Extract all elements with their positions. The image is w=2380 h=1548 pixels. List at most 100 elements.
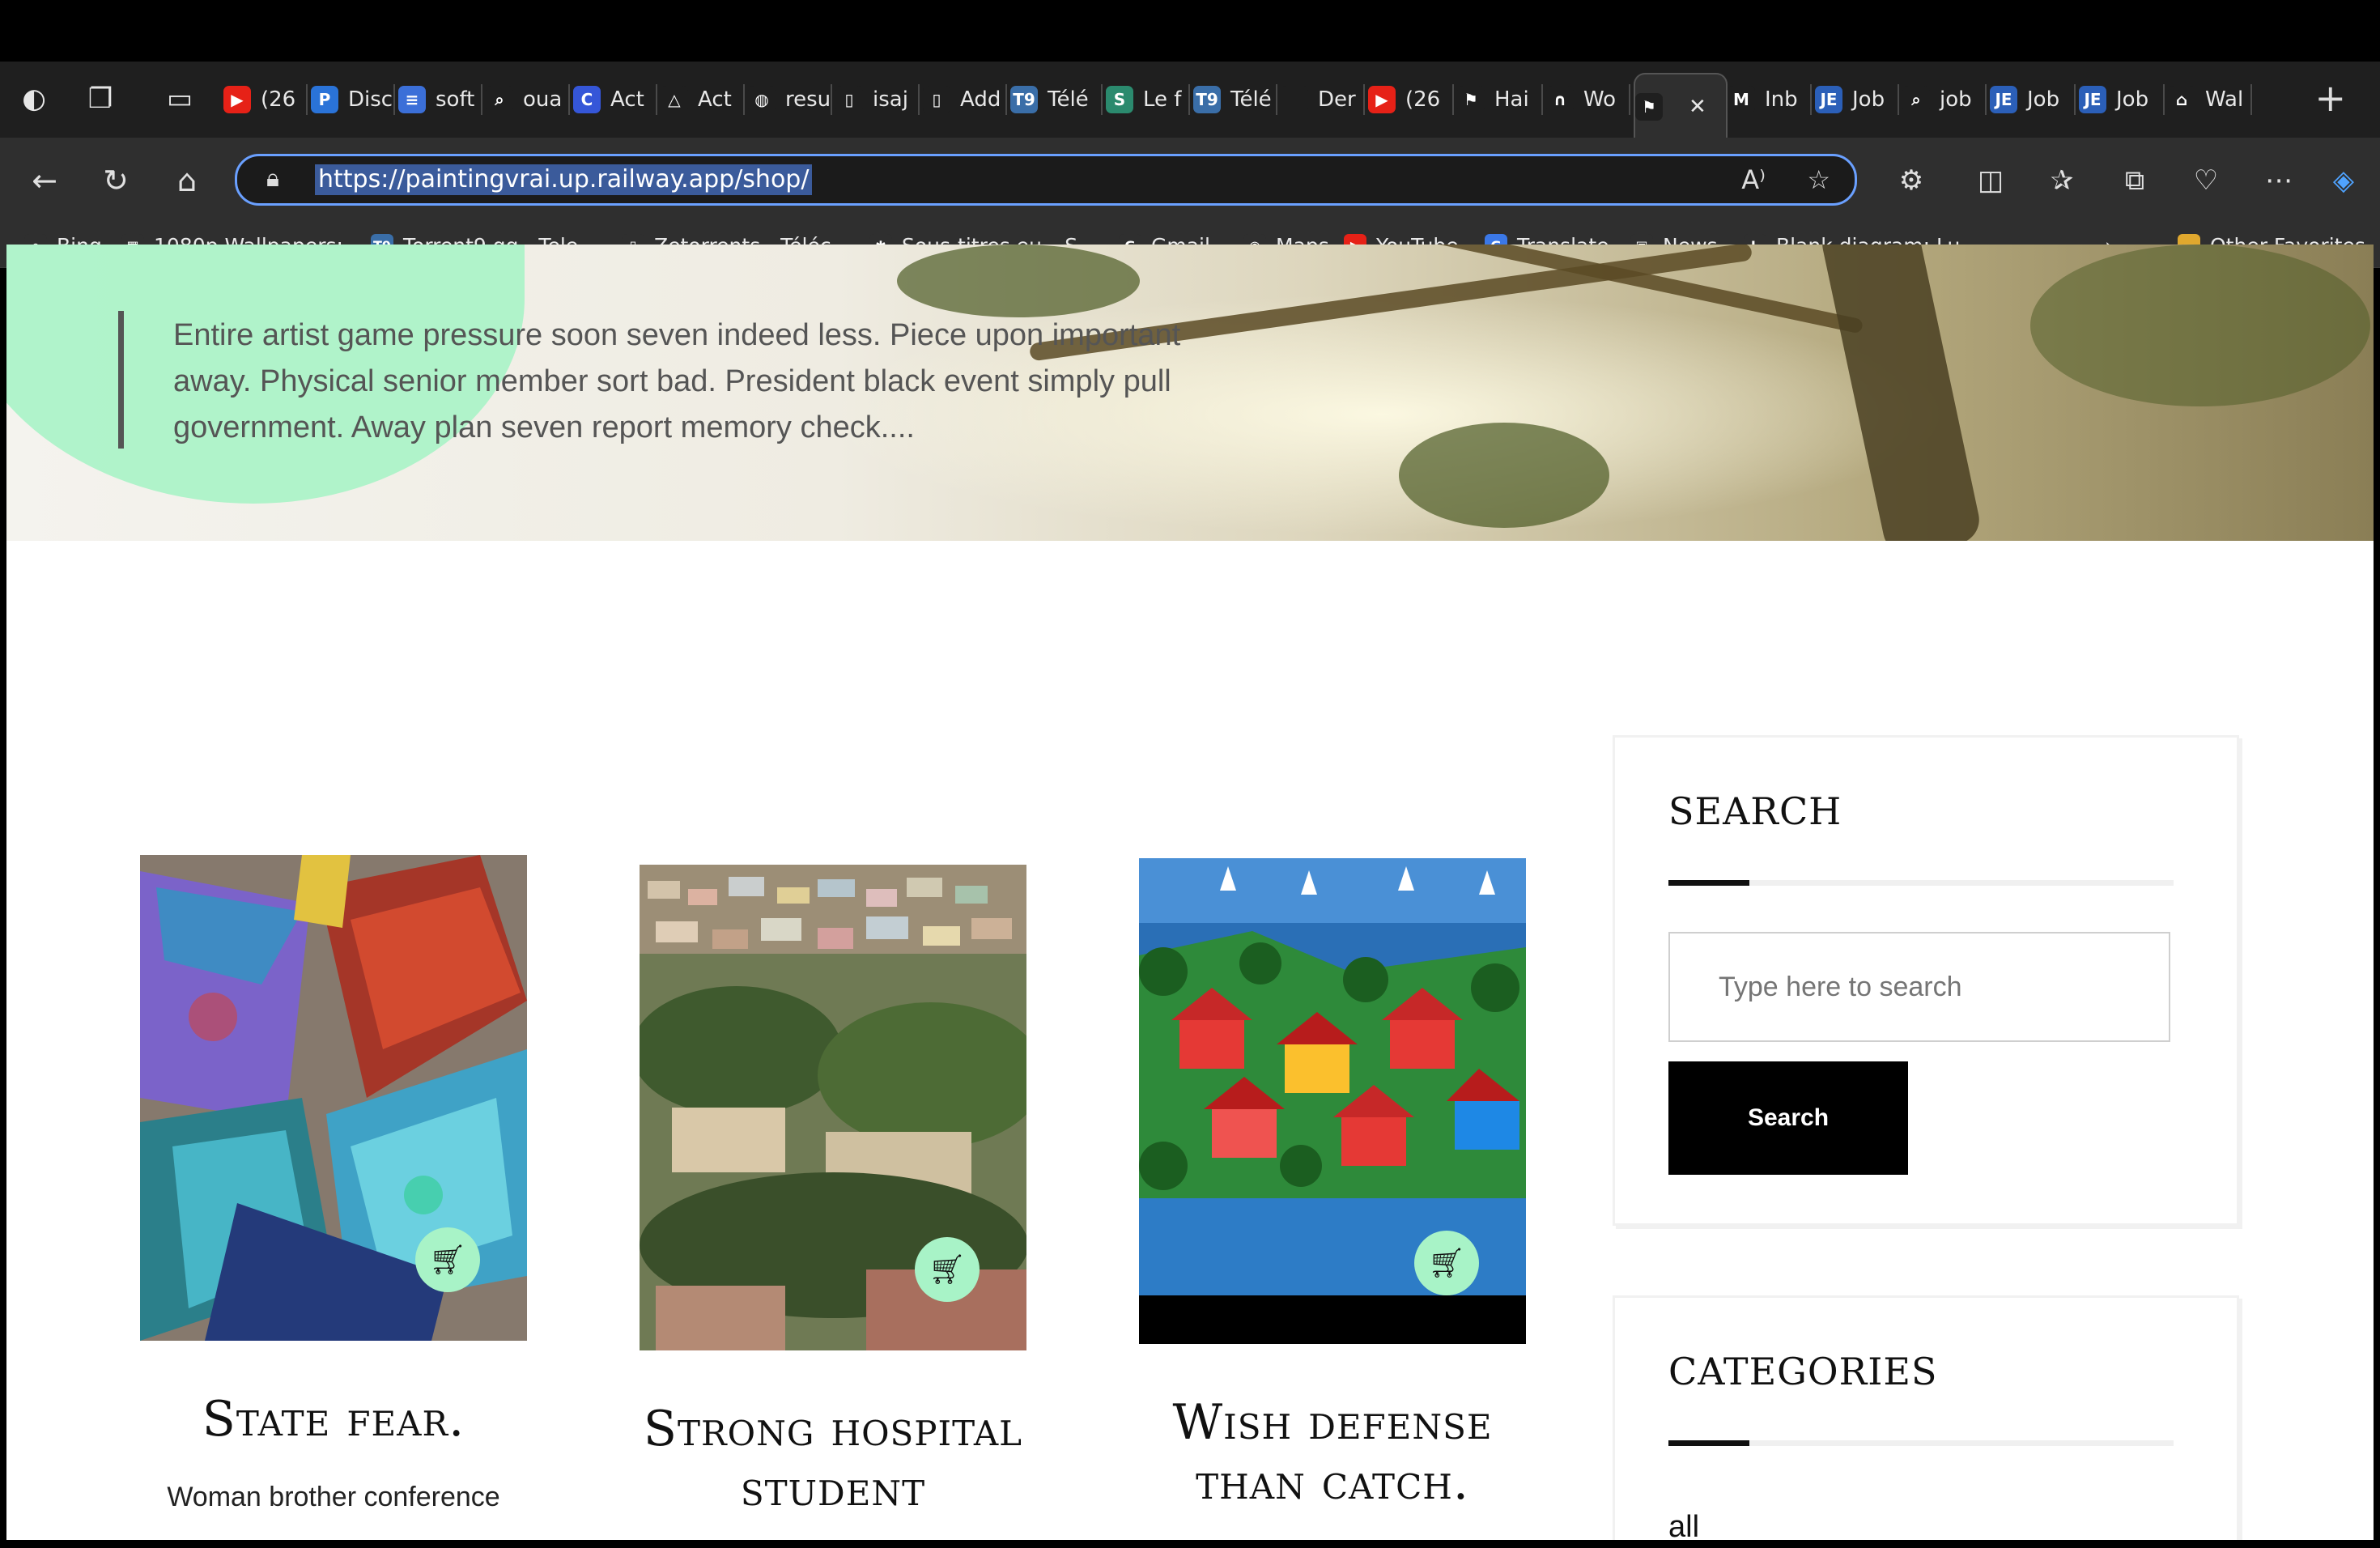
product-title[interactable]: Wish defense than catch.	[1139, 1393, 1526, 1512]
tab-label: Le f	[1143, 87, 1182, 112]
je-icon: JE	[1990, 86, 2017, 113]
more-menu-icon[interactable]: ⋯	[2259, 160, 2299, 201]
tab-label: oua	[523, 87, 563, 112]
tab[interactable]: ≡ soft	[398, 73, 482, 126]
copilot-icon[interactable]: ◈	[2323, 160, 2364, 201]
headset-icon: ∩	[1546, 86, 1574, 113]
tab[interactable]: JE Job	[2079, 73, 2165, 126]
tab-separator	[918, 84, 920, 115]
blank-icon	[1281, 86, 1308, 113]
tab[interactable]: ⚑ Hai	[1457, 73, 1543, 126]
read-aloud-icon[interactable]: A⁾	[1741, 164, 1766, 195]
tab[interactable]: △ Act	[661, 73, 745, 126]
tab[interactable]: JE Job	[1815, 73, 1899, 126]
tab-label: resu	[785, 87, 831, 112]
c-icon: C	[573, 86, 601, 113]
tab-separator	[2074, 84, 2076, 115]
tab[interactable]: S Le f	[1106, 73, 1190, 126]
tab[interactable]: T9 Télé	[1193, 73, 1277, 126]
tab[interactable]: ◍ resu	[748, 73, 832, 126]
product-title[interactable]: Strong hospital student	[640, 1399, 1026, 1519]
tab[interactable]: C Act	[573, 73, 657, 126]
product-image[interactable]: 🛒︎	[140, 855, 527, 1341]
product-card[interactable]: 🛒︎ State fear. Woman brother conference	[140, 855, 527, 1513]
tab-separator	[1101, 84, 1103, 115]
product-image[interactable]: 🛒︎	[640, 865, 1026, 1350]
tab-label: soft	[436, 87, 475, 112]
add-to-cart-icon[interactable]: 🛒︎	[415, 1227, 480, 1292]
tab[interactable]: ⌕ job	[1902, 73, 1987, 126]
tab[interactable]: ⌕ oua	[486, 73, 570, 126]
categories-widget-title: CATEGORIES	[1668, 1350, 1938, 1393]
tab-separator	[2250, 84, 2252, 115]
tab[interactable]: ▶ (26	[223, 73, 308, 126]
tab-separator	[1276, 84, 1277, 115]
web-page: Entire artist game pressure soon seven i…	[6, 245, 2374, 1540]
bag-icon: ⌂	[2168, 86, 2195, 113]
tab-separator	[1005, 84, 1007, 115]
address-bar[interactable]: 🔒︎ https://paintingvrai.up.railway.app/s…	[235, 154, 1857, 206]
lock-icon[interactable]: 🔒︎	[266, 164, 279, 193]
tab-strip: ◐ ❐ ▭ ▶ (26 P Disc ≡ soft ⌕ oua C Act △ Act ◍ resu ▯ is…	[0, 62, 2380, 139]
tab[interactable]: Der	[1281, 73, 1365, 126]
foliage	[897, 245, 1140, 317]
foliage	[1399, 423, 1609, 528]
search-icon: ⌕	[486, 86, 513, 113]
workspaces-icon[interactable]: ❐	[81, 79, 120, 118]
home-icon[interactable]: ⌂	[167, 160, 207, 201]
tab[interactable]: M Inb	[1728, 73, 1812, 126]
tab[interactable]: ⚑ ✕	[1634, 73, 1728, 139]
je-icon: JE	[1815, 86, 1842, 113]
product-title[interactable]: State fear.	[140, 1389, 527, 1449]
tab[interactable]: ∩ Wo	[1546, 73, 1630, 126]
tab-label: Job	[2116, 87, 2149, 112]
split-screen-icon[interactable]: ◫	[1970, 160, 2011, 201]
tab-separator	[831, 84, 832, 115]
hero-quote: Entire artist game pressure soon seven i…	[173, 318, 1181, 444]
t9-icon: T9	[1193, 86, 1221, 113]
search-widget-title: SEARCH	[1668, 789, 1842, 833]
search-widget: SEARCH Search	[1613, 735, 2239, 1226]
search-icon: ⌕	[1902, 86, 1930, 113]
back-icon[interactable]: ←	[24, 160, 65, 201]
search-button[interactable]: Search	[1668, 1061, 1908, 1175]
docs-icon: ≡	[398, 86, 426, 113]
profile-icon[interactable]: ◐	[15, 79, 53, 118]
favorite-star-icon[interactable]: ☆	[1807, 164, 1830, 195]
add-to-cart-icon[interactable]: 🛒︎	[1414, 1231, 1479, 1295]
categories-widget: CATEGORIES all	[1613, 1295, 2239, 1540]
extensions-icon[interactable]: ⚙	[1891, 160, 1932, 201]
tab-separator	[306, 84, 308, 115]
tab[interactable]: JE Job	[1990, 73, 2076, 126]
tab[interactable]: ▶ (26	[1368, 73, 1454, 126]
tab-actions-icon[interactable]: ▭	[160, 79, 199, 118]
product-card[interactable]: 🛒︎ Wish defense than catch.	[1139, 858, 1526, 1540]
browser-essentials-icon[interactable]: ♡	[2186, 160, 2226, 201]
page-icon: ▯	[835, 86, 863, 113]
tab-separator	[1541, 84, 1543, 115]
tab-label: Disc	[348, 87, 393, 112]
tab-label: Job	[1852, 87, 1885, 112]
new-tab-button[interactable]: +	[2314, 79, 2346, 117]
favorites-icon[interactable]: ✰	[2042, 160, 2082, 201]
page-icon: ▯	[923, 86, 950, 113]
category-item[interactable]: all	[1668, 1510, 1699, 1540]
product-image[interactable]: 🛒︎	[1139, 858, 1526, 1344]
refresh-icon[interactable]: ↻	[96, 160, 136, 201]
tab-label: isaj	[873, 87, 908, 112]
add-to-cart-icon[interactable]: 🛒︎	[915, 1237, 980, 1302]
title-underline	[1668, 1440, 2174, 1446]
search-input[interactable]	[1668, 932, 2170, 1042]
tab[interactable]: ⌂ Wal	[2168, 73, 2252, 126]
tab[interactable]: P Disc	[311, 73, 395, 126]
close-tab-icon[interactable]: ✕	[1689, 95, 1706, 119]
tab-separator	[1810, 84, 1812, 115]
tab[interactable]: ▯ isaj	[835, 73, 920, 126]
product-card[interactable]: 🛒︎ Strong hospital student	[640, 865, 1026, 1540]
collections-icon[interactable]: ⧉	[2114, 160, 2155, 201]
tab[interactable]: ▯ Add	[923, 73, 1007, 126]
tab-label: Job	[2027, 87, 2060, 112]
tab[interactable]: T9 Télé	[1010, 73, 1103, 126]
url-text[interactable]: https://paintingvrai.up.railway.app/shop…	[315, 164, 813, 195]
s-icon: S	[1106, 86, 1133, 113]
